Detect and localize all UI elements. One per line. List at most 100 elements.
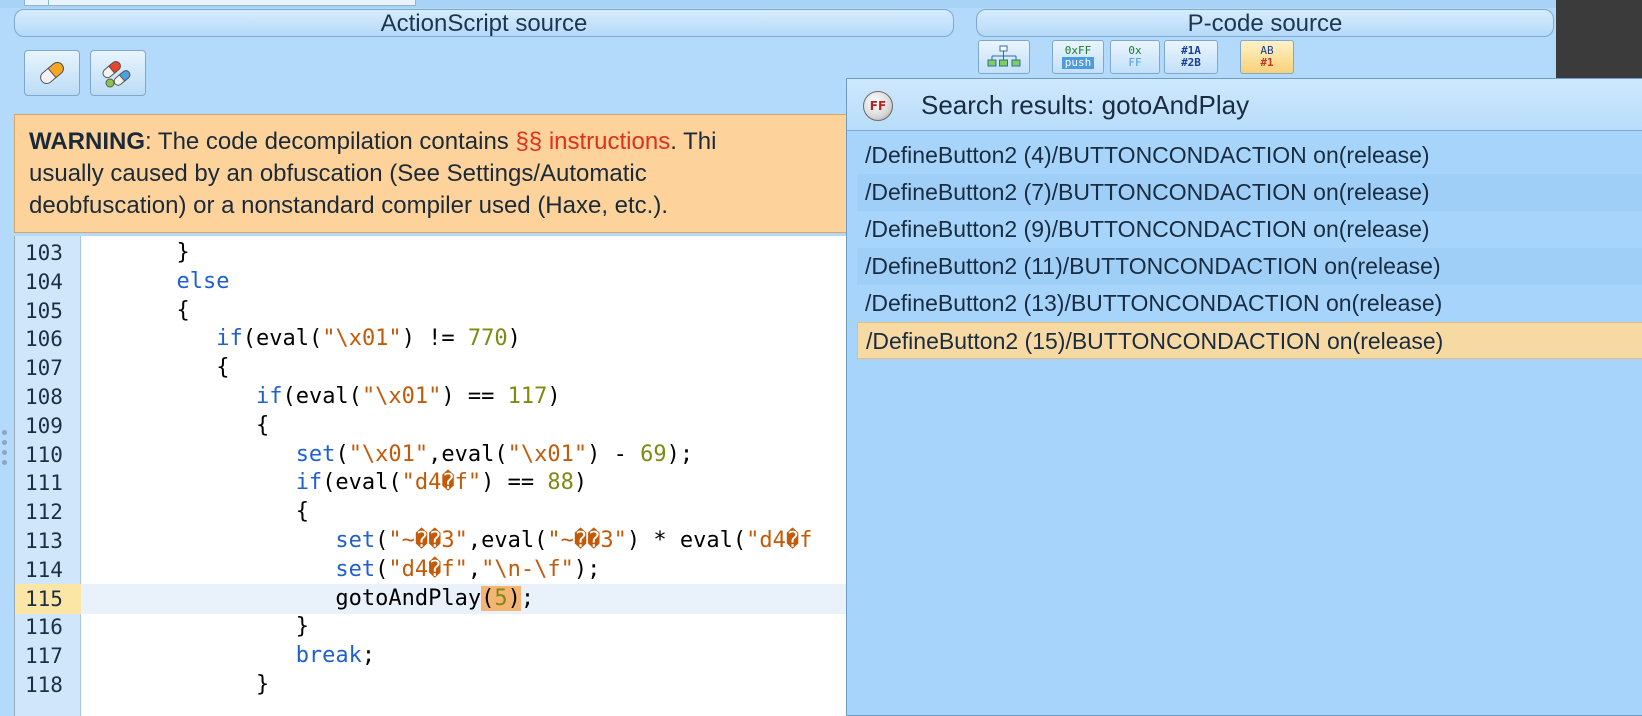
- top-search-field[interactable]: [24, 0, 416, 6]
- code-token: ) ==: [481, 470, 548, 496]
- warning-highlight: §§ instructions: [515, 128, 671, 155]
- code-line[interactable]: 113 set("~��3",eval("~��3") * eval("d4�f: [15, 526, 857, 556]
- code-line[interactable]: 106 if(eval("\x01") != 770): [15, 324, 857, 354]
- code-token: "\x01": [348, 441, 429, 467]
- constants-bottom: #2B: [1181, 56, 1201, 69]
- code-text: }: [97, 670, 269, 700]
- line-number: 105: [25, 298, 63, 323]
- constants-button[interactable]: #1A #2B: [1164, 40, 1218, 74]
- code-line[interactable]: 105 {: [15, 296, 857, 326]
- code-line[interactable]: 110 set("\x01",eval("\x01") - 69);: [15, 440, 857, 470]
- line-number: 113: [25, 529, 63, 553]
- splitter-handle[interactable]: [0, 430, 8, 470]
- code-token: ,eval(: [428, 441, 508, 467]
- hex-button[interactable]: 0x FF: [1110, 40, 1160, 74]
- code-line[interactable]: 111 if(eval("d4�f") == 88): [15, 468, 857, 498]
- code-line[interactable]: 104 else: [15, 267, 857, 297]
- line-number: 117: [25, 644, 63, 669]
- code-line[interactable]: 116 }: [15, 612, 857, 642]
- code-token: set: [335, 556, 376, 582]
- code-token: {: [255, 412, 270, 438]
- code-line[interactable]: 103 }: [15, 238, 857, 268]
- code-token: ,eval(: [467, 528, 548, 553]
- code-token: "\x01": [322, 326, 402, 352]
- code-token: ) !=: [401, 326, 468, 352]
- resolve-constants-button[interactable]: AB #1: [1240, 40, 1294, 74]
- hex-bottom: FF: [1128, 56, 1142, 69]
- code-line[interactable]: 108 if(eval("\x01") == 117): [15, 382, 857, 412]
- deobfuscate-button[interactable]: [24, 50, 80, 96]
- code-token: }: [176, 240, 190, 265]
- code-text: {: [97, 411, 269, 441]
- search-result-item[interactable]: /DefineButton2 (9)/BUTTONCONDACTION on(r…: [857, 211, 1642, 248]
- code-token: 69: [640, 441, 667, 467]
- line-number: 109: [25, 413, 63, 438]
- graph-icon: [987, 45, 1021, 67]
- push-hex-bottom: push: [1061, 57, 1095, 69]
- line-number: 106: [25, 327, 63, 352]
- graph-button[interactable]: [978, 40, 1030, 74]
- code-token: (eval(: [242, 326, 323, 352]
- code-token: if: [216, 326, 243, 352]
- search-results-titlebar[interactable]: FF Search results: gotoAndPlay: [847, 79, 1642, 131]
- resolve-bottom: #1: [1260, 56, 1274, 69]
- line-number: 107: [25, 356, 63, 381]
- search-result-item[interactable]: /DefineButton2 (7)/BUTTONCONDACTION on(r…: [857, 174, 1642, 211]
- code-line[interactable]: 109 {: [15, 411, 857, 441]
- actionscript-source-header: ActionScript source: [14, 9, 954, 37]
- pills-gear-icon: [102, 61, 131, 88]
- code-token: (eval(: [322, 470, 402, 496]
- code-text: if(eval("d4�f") == 88): [97, 468, 587, 498]
- code-token: set: [335, 528, 376, 553]
- code-line[interactable]: 114 set("d4�f","\n-\f");: [15, 555, 857, 585]
- code-token: "d4�f: [746, 528, 813, 553]
- code-token: else: [176, 268, 230, 294]
- code-token: );: [573, 556, 601, 582]
- ffdec-logo-icon: FF: [863, 91, 893, 121]
- line-number: 114: [25, 557, 63, 582]
- warning-line-2: usually caused by an obfuscation (See Se…: [29, 160, 647, 187]
- code-text: set("\x01",eval("\x01") - 69);: [97, 440, 693, 470]
- push-hex-button[interactable]: 0xFF push: [1052, 40, 1104, 74]
- search-results-list[interactable]: /DefineButton2 (4)/BUTTONCONDACTION on(r…: [857, 137, 1642, 359]
- line-number: 118: [25, 673, 63, 697]
- code-token: break: [295, 643, 362, 669]
- search-result-item[interactable]: /DefineButton2 (11)/BUTTONCONDACTION on(…: [857, 248, 1642, 285]
- code-text: {: [97, 296, 190, 326]
- code-token: "\n-\f": [481, 556, 574, 582]
- code-line[interactable]: 117 break;: [15, 641, 857, 671]
- search-results-window[interactable]: FF Search results: gotoAndPlay /DefineBu…: [846, 78, 1642, 716]
- deobfuscation-options-button[interactable]: [90, 50, 146, 96]
- decompilation-warning: WARNING: The code decompilation contains…: [14, 114, 854, 233]
- line-number: 108: [25, 385, 63, 409]
- search-result-item[interactable]: /DefineButton2 (4)/BUTTONCONDACTION on(r…: [857, 137, 1642, 174]
- code-token: "\x01": [361, 384, 442, 409]
- warning-text-tail: . Thi: [670, 128, 717, 155]
- code-token: ): [547, 384, 561, 409]
- code-line[interactable]: 112 {: [15, 497, 857, 527]
- warning-text: : The code decompilation contains: [145, 128, 516, 155]
- warning-line-3: deobfuscation) or a nonstandard compiler…: [29, 192, 669, 219]
- code-text: set("~��3",eval("~��3") * eval("d4�f: [97, 526, 812, 556]
- code-line[interactable]: 118 }: [15, 670, 857, 700]
- code-token: 5: [494, 585, 508, 611]
- code-token: 770: [467, 326, 508, 352]
- code-token: {: [176, 297, 190, 323]
- code-line[interactable]: 115 gotoAndPlay(5);: [15, 583, 857, 614]
- line-number: 104: [25, 269, 63, 294]
- code-token: }: [255, 672, 270, 697]
- code-token: "\x01": [507, 441, 588, 467]
- warning-label: WARNING: [29, 128, 145, 155]
- search-results-title: Search results: gotoAndPlay: [921, 90, 1250, 120]
- search-result-item[interactable]: /DefineButton2 (15)/BUTTONCONDACTION on(…: [857, 322, 1642, 359]
- code-token: 88: [547, 470, 574, 496]
- code-line[interactable]: 107 {: [15, 353, 857, 383]
- line-number: 111: [25, 471, 63, 496]
- code-editor[interactable]: 103 } 104 else 105 {106 if(eval("\x01") !=…: [14, 236, 857, 716]
- line-number: 116: [25, 615, 63, 640]
- line-number: 115: [15, 583, 81, 614]
- pill-icon: [40, 62, 64, 84]
- code-text: if(eval("\x01") != 770): [97, 324, 521, 354]
- search-result-item[interactable]: /DefineButton2 (13)/BUTTONCONDACTION on(…: [857, 285, 1642, 322]
- line-number: 110: [25, 442, 63, 467]
